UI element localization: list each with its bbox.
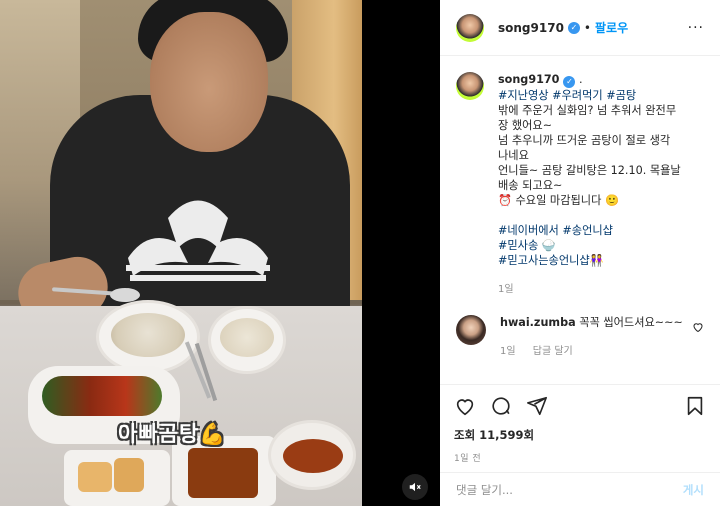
heart-icon [456, 399, 474, 416]
man-face [150, 12, 268, 152]
paper-plane-icon [527, 396, 547, 416]
comments-section: song9170 ✓ . #지난영상 #우려먹기 #곰탕 밖에 주운거 실화임? … [456, 72, 704, 359]
side-dish-bowl [268, 420, 356, 490]
comment-item: hwai.zumba 꼭꼭 씹어드셔요~~~ 1일 답글 달기 [456, 314, 704, 359]
mute-button[interactable] [402, 474, 428, 500]
spoon-head [110, 288, 140, 302]
comment-meta: 1일 답글 달기 [500, 344, 683, 359]
save-button[interactable] [684, 395, 706, 417]
post-time: 1일 전 [454, 454, 482, 464]
action-bar: 조회 11,599회 1일 전 [440, 384, 720, 464]
post-header: song9170 ✓ • 팔로우 ··· [440, 0, 720, 56]
hashtag[interactable]: #곰탕 [606, 89, 636, 102]
rice-bowl [208, 306, 286, 374]
hashtag[interactable]: #우려먹기 [552, 89, 603, 102]
hashtag[interactable]: #믿사송 🍚 [498, 239, 556, 252]
verified-badge-icon: ✓ [563, 75, 576, 88]
trefoil-logo [126, 200, 270, 281]
follow-button[interactable]: 팔로우 [595, 19, 628, 36]
post-caption: song9170 ✓ . #지난영상 #우려먹기 #곰탕 밖에 주운거 실화임? … [456, 72, 704, 297]
caption-username[interactable]: song9170 [498, 73, 559, 86]
verified-badge-icon: ✓ [567, 21, 580, 34]
video-caption: 아빠곰탕💪 [118, 422, 227, 446]
caption-trailing: . [579, 73, 583, 86]
comment-text: 꼭꼭 씹어드셔요~~~ [579, 315, 683, 329]
side-dish-plate [64, 450, 170, 506]
post-comment-button[interactable]: 게시 [683, 482, 704, 498]
hashtag[interactable]: #믿고사는송언니샵👭 [498, 254, 604, 267]
commenter-avatar[interactable] [456, 314, 486, 345]
video-frame: 아빠곰탕💪 [0, 0, 362, 506]
caption-text: song9170 ✓ . #지난영상 #우려먹기 #곰탕 밖에 주운거 실화임? … [498, 72, 681, 297]
caption-line: ⏰ 수요일 마감됩니다 🙂 [498, 193, 619, 207]
author-username[interactable]: song9170 [498, 21, 564, 35]
caption-line: 넘 추우니까 뜨거운 곰탕이 절로 생각 [498, 133, 671, 147]
commenter-username[interactable]: hwai.zumba [500, 316, 576, 329]
video-player[interactable]: 아빠곰탕💪 [0, 0, 440, 506]
comment-input[interactable] [456, 482, 683, 497]
comment-icon [492, 397, 510, 415]
comment-button[interactable] [490, 395, 512, 417]
add-comment-bar: 게시 [440, 472, 720, 506]
bookmark-icon [687, 396, 703, 416]
share-button[interactable] [526, 395, 548, 417]
action-icons [454, 395, 706, 417]
caption-line: 언니들~ 곰탕 갈비탕은 12.10. 목욜날 [498, 163, 681, 177]
reply-button[interactable]: 답글 달기 [533, 346, 573, 357]
author-avatar[interactable] [456, 72, 484, 100]
comment-like-icon[interactable] [692, 321, 704, 333]
caption-line: 배송 되고요~ [498, 178, 563, 192]
caption-time: 1일 [498, 283, 514, 295]
caption-line: 밖에 주운거 실화임? 넘 추워서 완전무 [498, 103, 677, 117]
comment-body: hwai.zumba 꼭꼭 씹어드셔요~~~ 1일 답글 달기 [500, 315, 683, 359]
caption-line: 나네요 [498, 148, 529, 162]
author-avatar[interactable] [456, 13, 484, 42]
like-button[interactable] [454, 395, 476, 417]
post-panel: song9170 ✓ • 팔로우 ··· song9170 ✓ . #지난영상 #… [440, 0, 720, 506]
caption-line: 장 했어요~ [498, 118, 553, 132]
hashtag[interactable]: #네이버에서 [498, 224, 559, 237]
view-count: 조회 11,599회 [454, 428, 535, 442]
more-options-icon[interactable]: ··· [688, 20, 704, 36]
comment-time: 1일 [500, 345, 516, 357]
hashtag[interactable]: #지난영상 [498, 89, 549, 102]
hashtag[interactable]: #송언니샵 [562, 224, 613, 237]
separator-dot: • [583, 20, 591, 35]
speaker-muted-icon [409, 482, 421, 492]
soup-bowl [96, 300, 200, 374]
